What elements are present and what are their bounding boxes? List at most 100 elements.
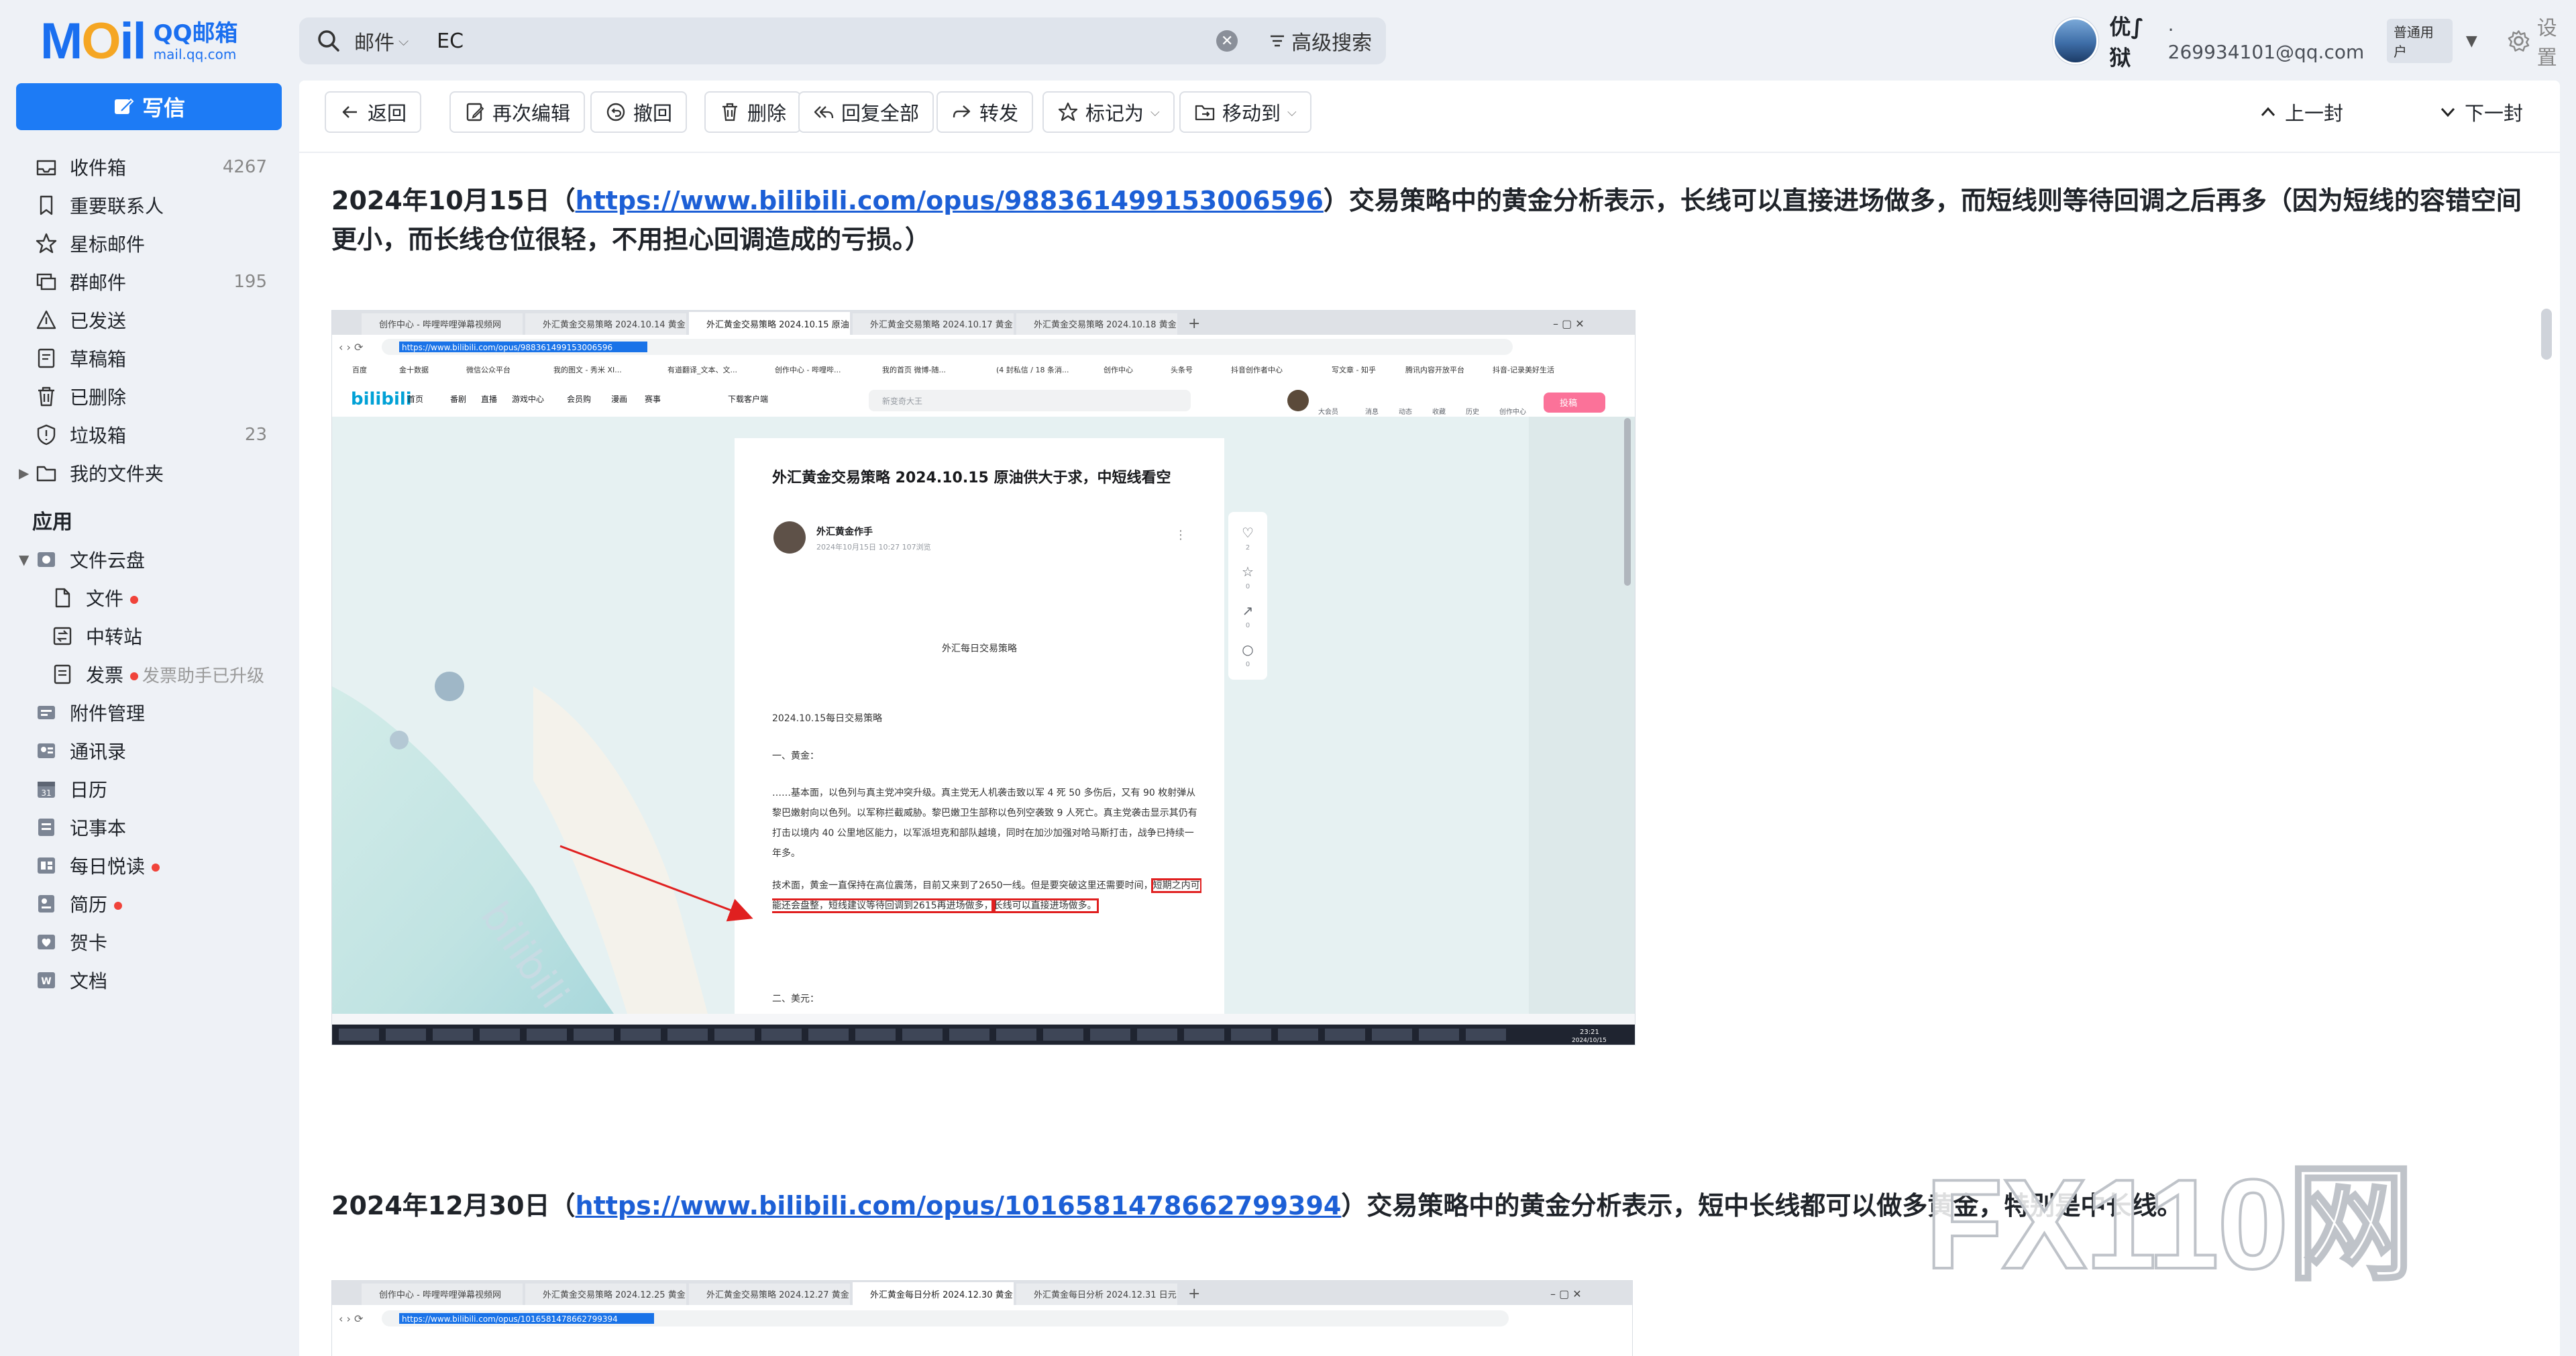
sidebar-item-sent[interactable]: 已发送 (0, 301, 295, 339)
avatar[interactable] (2053, 17, 2099, 64)
prev-mail-button[interactable]: 上一封 (2258, 91, 2343, 133)
svg-text:漫画: 漫画 (611, 395, 627, 404)
sidebar-item-label: 每日悦读 (70, 852, 160, 879)
compose-button[interactable]: 写信 (16, 83, 282, 130)
sidebar-item-attachments[interactable]: 附件管理 (0, 693, 295, 731)
sidebar-item-file-cloud[interactable]: ▼ 文件云盘 (0, 540, 295, 578)
collapse-arrow-icon[interactable]: ▼ (19, 552, 29, 568)
sidebar-item-drafts[interactable]: 草稿箱 (0, 339, 295, 377)
sidebar-item-important-contacts[interactable]: 重要联系人 (0, 186, 295, 224)
folder-nav: 收件箱 4267 重要联系人 星标邮件 群邮件 195 已发送 草稿箱 已删除 (0, 148, 295, 999)
browser-tab: 创作中心 - 哔哩哔哩弹幕视频网 (362, 1284, 523, 1305)
chevron-up-icon (2261, 107, 2275, 117)
qq-mail-logo[interactable]: MOil QQ邮箱 mail.qq.com (40, 15, 237, 68)
sidebar-item-greeting-card[interactable]: 贺卡 (0, 923, 295, 961)
sidebar-item-notepad[interactable]: 记事本 (0, 808, 295, 846)
svg-text:创作中心 - 哔哩哔...: 创作中心 - 哔哩哔... (775, 366, 841, 374)
apps-section-title: 应用 (32, 511, 72, 534)
svg-text:直播: 直播 (481, 395, 497, 404)
sidebar-item-starred[interactable]: 星标邮件 (0, 224, 295, 262)
expand-arrow-icon[interactable]: ▶ (19, 465, 29, 481)
svg-text:百度: 百度 (352, 365, 367, 374)
sidebar-item-calendar[interactable]: 31 日历 (0, 770, 295, 808)
mark-as-dropdown[interactable]: 标记为 ⌵ (1042, 91, 1175, 133)
fx110-watermark: FX110网 (1924, 1152, 2416, 1297)
sidebar-item-daily-reading[interactable]: 每日悦读 (0, 846, 295, 884)
sidebar-item-my-folders[interactable]: ▶ 我的文件夹 (0, 454, 295, 492)
trash-icon (722, 103, 737, 121)
reply-all-button[interactable]: 回复全部 (798, 91, 934, 133)
svg-text:我的图文 - 秀米 XI...: 我的图文 - 秀米 XI... (553, 365, 622, 374)
reedit-button[interactable]: 再次编辑 (449, 91, 586, 133)
star-icon (36, 233, 57, 253)
resume-label: 简历 (70, 893, 108, 916)
advanced-search-button[interactable]: 高级搜索 (1269, 26, 1372, 56)
svg-text:外汇黄金作手: 外汇黄金作手 (816, 526, 873, 537)
sidebar-item-inbox[interactable]: 收件箱 4267 (0, 148, 295, 186)
mark-as-label: 标记为 (1085, 102, 1144, 125)
sidebar-item-spam[interactable]: 垃圾箱 23 (0, 415, 295, 454)
browser-tab: 创作中心 - 哔哩哔哩弹幕视频网 (362, 313, 523, 335)
recall-button[interactable]: 撤回 (590, 91, 688, 133)
svg-text:– ▢ ✕: – ▢ ✕ (1553, 317, 1585, 330)
sidebar-item-docs[interactable]: W 文档 (0, 961, 295, 999)
svg-text:+: + (1188, 1286, 1200, 1302)
svg-text:创作中心: 创作中心 (1499, 407, 1526, 416)
reply-all-label: 回复全部 (841, 102, 920, 125)
sidebar-item-transfer-station[interactable]: 中转站 (0, 617, 295, 655)
edit-icon (466, 103, 484, 121)
svg-text:外汇黄金交易策略 2024.10.17 黄金: 外汇黄金交易策略 2024.10.17 黄金 (870, 319, 1013, 330)
user-area: 优∫狱 · 269934101@qq.com 普通用户 ▼ 设置 (2053, 14, 2576, 70)
clear-search-icon[interactable]: ✕ (1216, 30, 1238, 52)
move-to-dropdown[interactable]: 移动到 ⌵ (1179, 91, 1311, 133)
search-input[interactable] (435, 28, 1210, 54)
svg-text:下载客户端: 下载客户端 (728, 394, 768, 404)
browser-tab: 外汇黄金交易策略 2024.12.27 黄金 (689, 1284, 850, 1305)
svg-text:‹ › ⟳: ‹ › ⟳ (339, 1312, 364, 1325)
user-name[interactable]: 优∫狱 (2109, 10, 2163, 72)
group-mail-icon (36, 273, 56, 290)
forward-button[interactable]: 转发 (936, 91, 1034, 133)
user-level-badge: 普通用户 (2386, 19, 2453, 63)
sidebar-item-files[interactable]: 文件 (0, 578, 295, 617)
reply-all-icon (814, 106, 834, 119)
svg-text:0: 0 (1246, 583, 1250, 590)
svg-text:创作中心: 创作中心 (1104, 366, 1133, 374)
svg-text:我的首页 微博-随...: 我的首页 微博-随... (882, 365, 946, 374)
move-folder-icon (1195, 105, 1215, 121)
sidebar-item-deleted[interactable]: 已删除 (0, 377, 295, 415)
files-label: 文件 (86, 587, 124, 610)
svg-text:新变奇大王: 新变奇大王 (882, 396, 922, 406)
delete-button[interactable]: 删除 (704, 91, 802, 133)
sidebar-item-resume[interactable]: 简历 (0, 884, 295, 923)
notification-dot (114, 901, 123, 910)
mail-body: 2024年10月15日（https://www.bilibili.com/opu… (331, 181, 2525, 259)
bookmark-icon (40, 195, 53, 215)
back-button[interactable]: 返回 (325, 91, 422, 133)
svg-text:大会员: 大会员 (1318, 407, 1338, 416)
browser-tab-active: 外汇黄金每日分析 2024.12.30 黄金 (853, 1282, 1014, 1305)
svg-text:创作中心 - 哔哩哔哩弹幕视频网: 创作中心 - 哔哩哔哩弹幕视频网 (379, 320, 501, 330)
settings-button[interactable]: 设置 (2507, 11, 2576, 70)
user-menu-caret-icon[interactable]: ▼ (2466, 33, 2477, 50)
notification-dot (130, 672, 139, 680)
next-mail-button[interactable]: 下一封 (2438, 91, 2523, 133)
sidebar-item-label: 已删除 (70, 386, 127, 409)
calendar-icon: 31 (38, 781, 55, 798)
sidebar-item-invoice[interactable]: 发票 发票助手已升级 (0, 655, 295, 693)
logo-url-text: mail.qq.com (153, 46, 237, 62)
mail-scrollbar[interactable] (2541, 309, 2552, 360)
svg-text:写文章 - 知乎: 写文章 - 知乎 (1332, 365, 1376, 374)
sidebar-item-group-mail[interactable]: 群邮件 195 (0, 262, 295, 301)
sidebar-item-contacts[interactable]: 通讯录 (0, 731, 295, 770)
advanced-search-label: 高级搜索 (1291, 32, 1373, 55)
user-email: · 269934101@qq.com (2167, 19, 2365, 63)
browser-screenshot-2: 创作中心 - 哔哩哔哩弹幕视频网 外汇黄金交易策略 2024.12.25 黄金 … (332, 1281, 1632, 1356)
top-bar: MOil QQ邮箱 mail.qq.com 邮件 ⌵ ✕ 高级搜索 优∫狱 · … (0, 0, 2576, 81)
bilibili-link-1[interactable]: https://www.bilibili.com/opus/9883614991… (576, 186, 1324, 215)
greeting-card-icon (38, 934, 55, 949)
embedded-screenshot-2: 创作中心 - 哔哩哔哩弹幕视频网 外汇黄金交易策略 2024.12.25 黄金 … (331, 1280, 1633, 1356)
bilibili-link-2[interactable]: https://www.bilibili.com/opus/1016581478… (576, 1191, 1342, 1220)
search-scope-dropdown[interactable]: 邮件 ⌵ (354, 26, 409, 56)
svg-text:2024/10/15: 2024/10/15 (1572, 1037, 1607, 1044)
